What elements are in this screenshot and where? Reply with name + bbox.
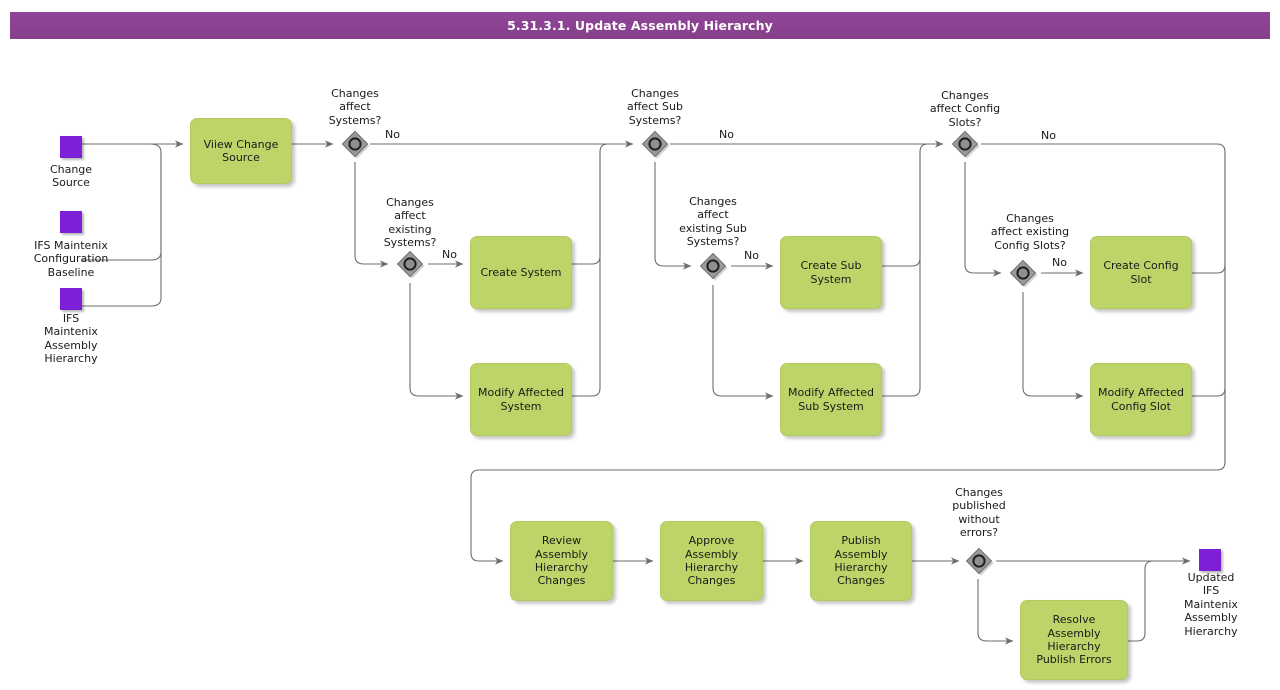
- task-view-change-source-label: Viiew Change Source: [203, 137, 279, 164]
- gateway-changes-published-without-errors-label: Changes published without errors?: [952, 486, 1006, 540]
- gateway-changes-affect-existing-systems[interactable]: [395, 249, 425, 279]
- task-resolve-assembly-hierarchy-publish-errors-label: Resolve Assembly Hierarchy Publish Error…: [1036, 613, 1112, 667]
- task-modify-affected-sub-system-label: Modify Affected Sub System: [788, 386, 874, 413]
- edge-label-no-affect-systems: No: [385, 128, 400, 141]
- gateway-diamond-icon: [965, 547, 994, 576]
- gateway-changes-affect-existing-systems-label: Changes affect existing Systems?: [383, 196, 437, 250]
- gateway-changes-affect-config-slots[interactable]: [950, 129, 980, 159]
- task-review-assembly-hierarchy-changes[interactable]: Review Assembly Hierarchy Changes: [510, 521, 613, 601]
- task-publish-assembly-hierarchy-changes[interactable]: Publish Assembly Hierarchy Changes: [810, 521, 912, 601]
- edge-label-no-affect-config-slots: No: [1041, 129, 1056, 142]
- task-resolve-assembly-hierarchy-publish-errors[interactable]: Resolve Assembly Hierarchy Publish Error…: [1020, 600, 1128, 680]
- edge-label-no-affect-existing-config-slots: No: [1052, 256, 1067, 269]
- task-publish-assembly-hierarchy-changes-label: Publish Assembly Hierarchy Changes: [834, 534, 888, 588]
- data-object-ifs-configuration-baseline[interactable]: [60, 211, 82, 233]
- gateway-changes-affect-sub-systems[interactable]: [640, 129, 670, 159]
- data-object-ifs-assembly-hierarchy[interactable]: [60, 288, 82, 310]
- data-object-updated-ifs-assembly-hierarchy-label: Updated IFS Maintenix Assembly Hierarchy: [1184, 571, 1238, 638]
- task-approve-assembly-hierarchy-changes-label: Approve Assembly Hierarchy Changes: [684, 534, 739, 588]
- edge-label-no-affect-existing-sub-systems: No: [744, 249, 759, 262]
- task-create-config-slot-label: Create Config Slot: [1103, 259, 1179, 286]
- task-modify-affected-config-slot-label: Modify Affected Config Slot: [1098, 386, 1184, 413]
- data-object-ifs-assembly-hierarchy-label: IFS Maintenix Assembly Hierarchy: [44, 312, 98, 366]
- gateway-changes-affect-systems-label: Changes affect Systems?: [328, 87, 382, 127]
- process-diagram-canvas: Change Source IFS Maintenix Configuratio…: [0, 0, 1280, 690]
- gateway-diamond-icon: [699, 252, 728, 281]
- gateway-diamond-icon: [641, 130, 670, 159]
- task-create-sub-system-label: Create Sub System: [800, 259, 862, 286]
- data-object-updated-ifs-assembly-hierarchy[interactable]: [1199, 549, 1221, 571]
- gateway-diamond-icon: [951, 130, 980, 159]
- task-view-change-source[interactable]: Viiew Change Source: [190, 118, 292, 184]
- gateway-diamond-icon: [396, 250, 425, 279]
- gateway-diamond-icon: [1009, 259, 1038, 288]
- gateway-changes-affect-existing-config-slots-label: Changes affect existing Config Slots?: [990, 212, 1070, 252]
- gateway-changes-affect-existing-sub-systems-label: Changes affect existing Sub Systems?: [679, 195, 747, 249]
- task-create-system-label: Create System: [480, 265, 562, 279]
- gateway-changes-affect-existing-config-slots[interactable]: [1008, 258, 1038, 288]
- gateway-changes-affect-systems[interactable]: [340, 129, 370, 159]
- task-modify-affected-config-slot[interactable]: Modify Affected Config Slot: [1090, 363, 1192, 436]
- data-object-ifs-configuration-baseline-label: IFS Maintenix Configuration Baseline: [33, 239, 109, 279]
- data-object-change-source-label: Change Source: [49, 163, 93, 190]
- edge-label-no-affect-existing-systems: No: [442, 248, 457, 261]
- task-create-system[interactable]: Create System: [470, 236, 572, 309]
- gateway-changes-affect-existing-sub-systems[interactable]: [698, 251, 728, 281]
- gateway-diamond-icon: [341, 130, 370, 159]
- task-create-sub-system[interactable]: Create Sub System: [780, 236, 882, 309]
- task-approve-assembly-hierarchy-changes[interactable]: Approve Assembly Hierarchy Changes: [660, 521, 763, 601]
- data-object-change-source[interactable]: [60, 136, 82, 158]
- task-create-config-slot[interactable]: Create Config Slot: [1090, 236, 1192, 309]
- task-review-assembly-hierarchy-changes-label: Review Assembly Hierarchy Changes: [534, 534, 589, 588]
- gateway-changes-affect-sub-systems-label: Changes affect Sub Systems?: [627, 87, 683, 127]
- gateway-changes-affect-config-slots-label: Changes affect Config Slots?: [929, 89, 1001, 129]
- task-modify-affected-system-label: Modify Affected System: [478, 386, 564, 413]
- task-modify-affected-sub-system[interactable]: Modify Affected Sub System: [780, 363, 882, 436]
- gateway-changes-published-without-errors[interactable]: [964, 546, 994, 576]
- edge-label-no-affect-sub-systems: No: [719, 128, 734, 141]
- task-modify-affected-system[interactable]: Modify Affected System: [470, 363, 572, 436]
